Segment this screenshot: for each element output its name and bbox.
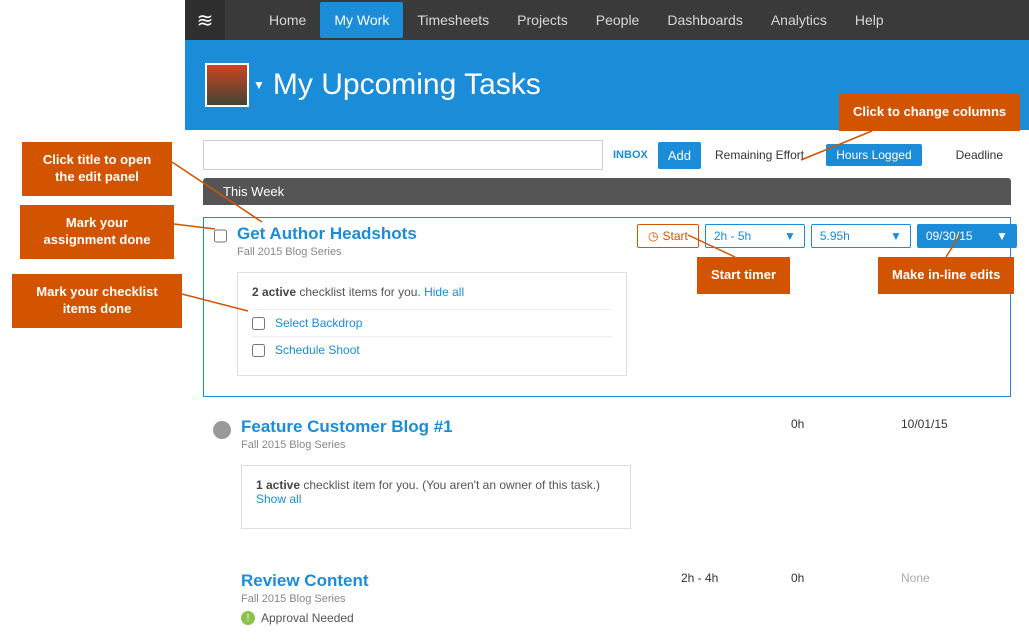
nav-items: Home My Work Timesheets Projects People … xyxy=(225,2,898,38)
task-type-icon xyxy=(213,421,231,439)
task-title[interactable]: Review Content xyxy=(241,571,671,591)
hide-all-link[interactable]: Hide all xyxy=(424,285,464,299)
checklist-box: 2 active checklist items for you. Hide a… xyxy=(237,272,627,376)
checklist-item-label[interactable]: Select Backdrop xyxy=(275,316,362,330)
task-row: Review Content Fall 2015 Blog Series ! A… xyxy=(203,561,1011,631)
nav-help[interactable]: Help xyxy=(841,2,898,38)
task-subtitle: Fall 2015 Blog Series xyxy=(241,439,671,451)
checklist-summary: 1 active checklist item for you. (You ar… xyxy=(256,478,616,506)
deadline-value: 10/01/15 xyxy=(901,417,971,529)
task-complete-checkbox[interactable] xyxy=(214,228,227,244)
start-timer-button[interactable]: ◷Start xyxy=(637,224,699,248)
task-values: 2h - 4h 0h None xyxy=(681,571,1001,625)
checklist-item-checkbox[interactable] xyxy=(252,317,265,330)
clock-icon: ◷ xyxy=(648,229,658,243)
approval-badge: ! Approval Needed xyxy=(241,611,671,625)
callout-mark-done: Mark your assignment done xyxy=(20,205,174,259)
deadline-dropdown[interactable]: 09/30/15▼ xyxy=(917,224,1017,248)
nav-home[interactable]: Home xyxy=(255,2,320,38)
task-controls: ◷Start 2h - 5h▼ 5.95h▼ 09/30/15▼ xyxy=(637,224,1017,376)
checklist-item-label[interactable]: Schedule Shoot xyxy=(275,343,360,357)
inbox-label[interactable]: INBOX xyxy=(609,149,652,161)
nav-dashboards[interactable]: Dashboards xyxy=(653,2,757,38)
callout-edit-panel: Click title to open the edit panel xyxy=(22,142,172,196)
section-header: This Week xyxy=(203,178,1011,205)
app-logo[interactable]: ≋ xyxy=(185,0,225,40)
nav-projects[interactable]: Projects xyxy=(503,2,582,38)
avatar-caret-icon[interactable]: ▼ xyxy=(253,78,265,92)
nav-timesheets[interactable]: Timesheets xyxy=(403,2,503,38)
task-title[interactable]: Get Author Headshots xyxy=(237,224,627,244)
chevron-down-icon: ▼ xyxy=(784,229,796,243)
hours-value: 0h xyxy=(791,571,861,625)
callout-checklist-done: Mark your checklist items done xyxy=(12,274,182,328)
callout-inline-edits: Make in-line edits xyxy=(878,257,1014,294)
checklist-item: Schedule Shoot xyxy=(252,336,612,363)
effort-value: 2h - 4h xyxy=(681,571,751,625)
nav-analytics[interactable]: Analytics xyxy=(757,2,841,38)
effort-dropdown[interactable]: 2h - 5h▼ xyxy=(705,224,805,248)
task-row: Get Author Headshots Fall 2015 Blog Seri… xyxy=(203,217,1011,397)
toolbar: INBOX Add Remaining Effort Hours Logged … xyxy=(203,140,1011,170)
task-row: Feature Customer Blog #1 Fall 2015 Blog … xyxy=(203,407,1011,535)
top-navbar: ≋ Home My Work Timesheets Projects Peopl… xyxy=(185,0,1029,40)
col-hours-logged[interactable]: Hours Logged xyxy=(826,144,921,166)
callout-change-columns: Click to change columns xyxy=(839,94,1020,131)
approval-icon: ! xyxy=(241,611,255,625)
nav-people[interactable]: People xyxy=(582,2,654,38)
checklist-box: 1 active checklist item for you. (You ar… xyxy=(241,465,631,529)
checklist-item: Select Backdrop xyxy=(252,309,612,336)
add-button[interactable]: Add xyxy=(658,142,701,169)
nav-my-work[interactable]: My Work xyxy=(320,2,403,38)
effort-value xyxy=(681,417,751,529)
chevron-down-icon: ▼ xyxy=(996,229,1008,243)
content-area: INBOX Add Remaining Effort Hours Logged … xyxy=(185,130,1029,641)
hours-dropdown[interactable]: 5.95h▼ xyxy=(811,224,911,248)
col-remaining-effort[interactable]: Remaining Effort xyxy=(707,148,812,162)
callout-start-timer: Start timer xyxy=(697,257,790,294)
task-subtitle: Fall 2015 Blog Series xyxy=(241,593,671,605)
task-values: 0h 10/01/15 xyxy=(681,417,1001,529)
page-title: My Upcoming Tasks xyxy=(273,68,541,102)
checklist-item-checkbox[interactable] xyxy=(252,344,265,357)
col-deadline[interactable]: Deadline xyxy=(948,148,1011,162)
avatar[interactable] xyxy=(205,63,249,107)
deadline-value: None xyxy=(901,571,971,625)
task-title[interactable]: Feature Customer Blog #1 xyxy=(241,417,671,437)
hours-value: 0h xyxy=(791,417,861,529)
show-all-link[interactable]: Show all xyxy=(256,492,301,506)
chevron-down-icon: ▼ xyxy=(890,229,902,243)
task-subtitle: Fall 2015 Blog Series xyxy=(237,246,627,258)
quick-add-input[interactable] xyxy=(203,140,603,170)
checklist-summary: 2 active checklist items for you. Hide a… xyxy=(252,285,612,299)
